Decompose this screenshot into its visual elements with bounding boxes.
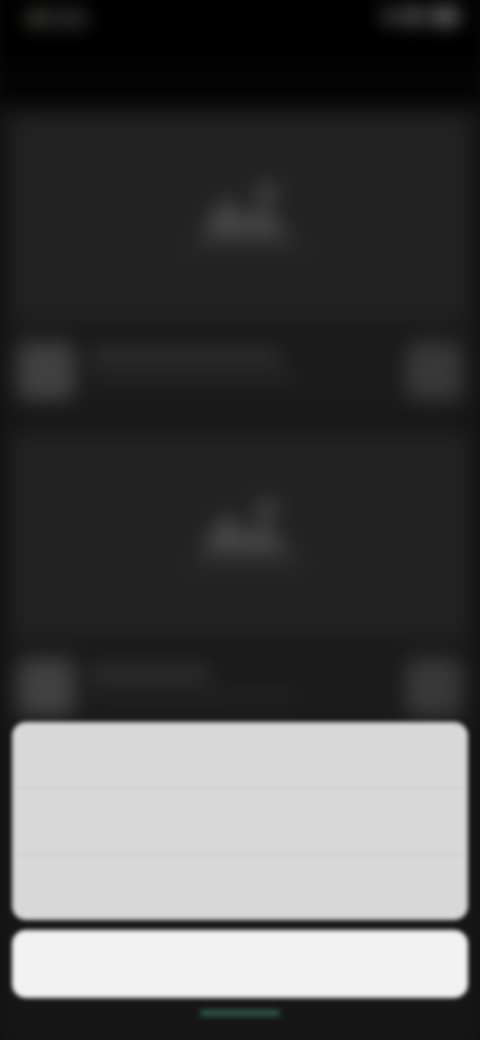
action-sheet-option-1[interactable]	[12, 788, 468, 855]
screen: 9:41	[0, 0, 480, 1040]
action-sheet-option-2[interactable]	[12, 854, 468, 920]
cancel-button[interactable]	[12, 930, 468, 998]
action-sheet	[12, 722, 468, 920]
action-sheet-layer	[0, 0, 480, 1040]
home-indicator	[200, 1010, 280, 1016]
action-sheet-header	[12, 722, 468, 788]
